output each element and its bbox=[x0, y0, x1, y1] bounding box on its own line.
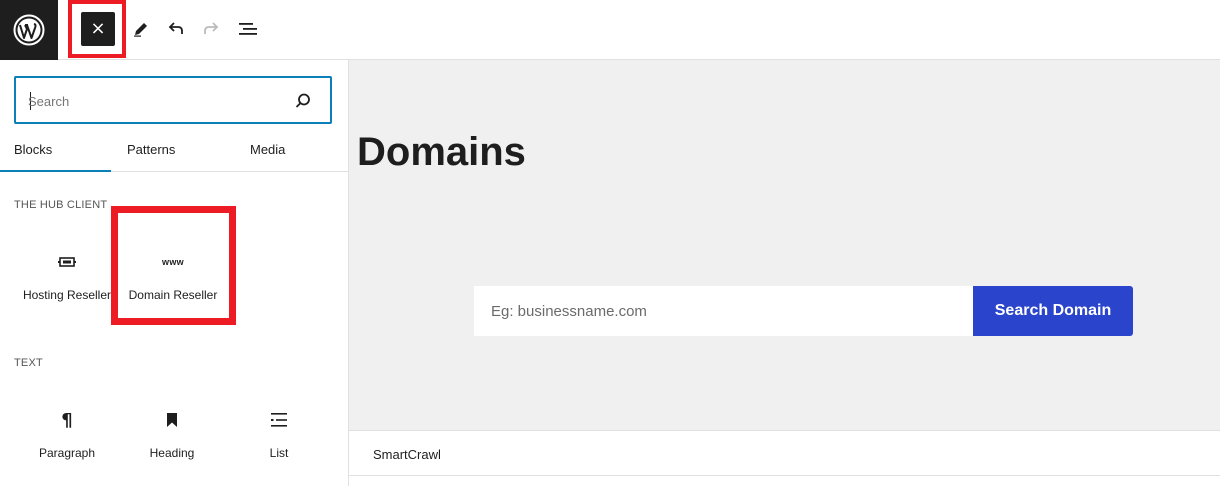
domain-search-field[interactable] bbox=[474, 286, 974, 336]
block-label-paragraph: Paragraph bbox=[38, 446, 96, 460]
page-title[interactable]: Domains bbox=[357, 130, 526, 175]
block-hosting-reseller[interactable]: Hosting Reseller bbox=[12, 244, 122, 314]
block-label-hosting-reseller: Hosting Reseller bbox=[22, 288, 112, 302]
category-title-hub-client: THE HUB CLIENT bbox=[14, 199, 108, 211]
top-toolbar: × bbox=[0, 0, 1220, 60]
block-list[interactable]: List bbox=[224, 402, 334, 472]
wordpress-logo-icon[interactable] bbox=[0, 0, 58, 60]
pencil-icon bbox=[134, 23, 147, 37]
undo-icon bbox=[168, 22, 183, 34]
block-heading[interactable]: Heading bbox=[117, 402, 227, 472]
block-search-input[interactable] bbox=[28, 91, 278, 111]
inserter-tabs: Blocks Patterns Media bbox=[0, 132, 348, 172]
redo-icon bbox=[204, 22, 219, 34]
domain-search-input[interactable] bbox=[474, 286, 974, 336]
bookmark-icon bbox=[167, 413, 177, 427]
undo-button[interactable] bbox=[159, 12, 193, 46]
tab-patterns[interactable]: Patterns bbox=[127, 132, 175, 172]
search-domain-button[interactable]: Search Domain bbox=[973, 286, 1133, 336]
list-view-icon bbox=[239, 23, 257, 35]
block-domain-reseller[interactable]: www Domain Reseller bbox=[118, 244, 228, 314]
editor-canvas: Domains Search Domain bbox=[349, 60, 1220, 430]
category-title-text: TEXT bbox=[14, 357, 43, 369]
divider bbox=[349, 475, 1220, 476]
search-box[interactable] bbox=[14, 76, 332, 124]
list-icon bbox=[271, 413, 287, 427]
block-inserter-panel: Blocks Patterns Media THE HUB CLIENT Hos… bbox=[0, 60, 349, 486]
tools-button[interactable] bbox=[124, 12, 158, 46]
block-paragraph[interactable]: ¶ Paragraph bbox=[12, 402, 122, 472]
list-view-button[interactable] bbox=[231, 12, 265, 46]
block-label-list: List bbox=[269, 446, 289, 460]
paragraph-icon: ¶ bbox=[61, 409, 73, 431]
block-label-heading: Heading bbox=[149, 446, 195, 460]
meta-box-panel: SmartCrawl bbox=[349, 430, 1220, 486]
tab-blocks[interactable]: Blocks bbox=[0, 132, 111, 172]
smartcrawl-panel-toggle[interactable]: SmartCrawl bbox=[373, 447, 441, 462]
close-inserter-button[interactable]: × bbox=[81, 12, 115, 46]
search-icon bbox=[295, 93, 310, 108]
www-icon: www bbox=[162, 257, 184, 267]
tab-media[interactable]: Media bbox=[250, 132, 285, 172]
close-icon: × bbox=[90, 18, 106, 39]
server-icon bbox=[58, 257, 76, 267]
redo-button[interactable] bbox=[194, 12, 228, 46]
block-label-domain-reseller: Domain Reseller bbox=[128, 288, 218, 302]
